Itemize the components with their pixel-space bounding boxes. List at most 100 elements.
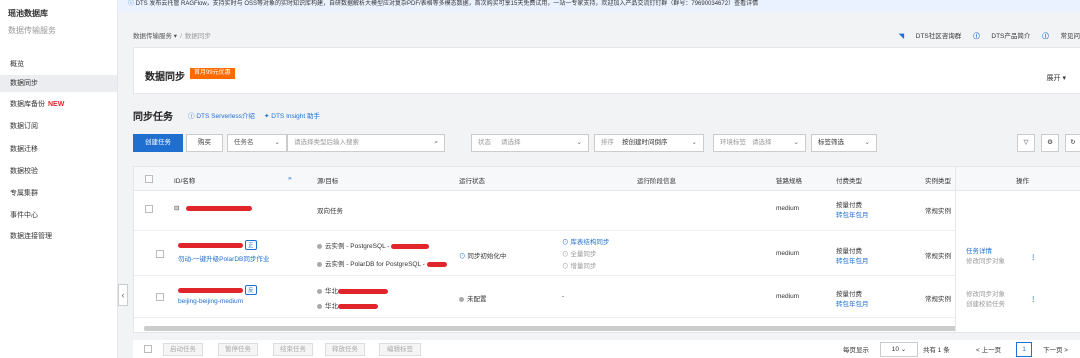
expand-columns-icon[interactable]: » bbox=[288, 175, 292, 182]
per-page-value: 10 bbox=[891, 346, 899, 353]
row-checkbox[interactable] bbox=[145, 205, 153, 213]
breadcrumb-parent[interactable]: 数据传输服务 bbox=[133, 33, 172, 40]
pay-type: 按量付费 bbox=[836, 291, 862, 298]
sidebar-item-cluster[interactable]: 专属集群 bbox=[0, 185, 117, 202]
status-label: 未配置 bbox=[467, 296, 487, 303]
masked-task-id[interactable]: 正 bbox=[178, 240, 257, 250]
sidebar-collapse-button[interactable]: ‹ bbox=[118, 284, 128, 306]
sidebar-item-migration[interactable]: 数据迁移 bbox=[0, 141, 117, 158]
breadcrumb-separator: / bbox=[180, 33, 182, 40]
task-details-link[interactable]: 任务详情 bbox=[966, 245, 992, 255]
faq-link-label: 常见问 bbox=[1060, 33, 1080, 40]
insight-link[interactable]: ✦ DTS Insight 助手 bbox=[264, 110, 320, 120]
page-title: 数据同步 bbox=[145, 72, 185, 83]
search-icon[interactable]: ⌕ bbox=[434, 135, 438, 151]
row-checkbox[interactable] bbox=[156, 293, 164, 301]
tag-filter-select[interactable]: 标签筛选 ⌄ bbox=[811, 134, 877, 152]
serverless-link-label: DTS Serverless介绍 bbox=[196, 113, 255, 120]
instance-type: 常规实例 bbox=[925, 253, 951, 260]
source-endpoint: 华北 bbox=[317, 285, 388, 295]
purchase-button[interactable]: 购买 bbox=[186, 134, 223, 152]
modify-objects-link[interactable]: 修改同步对象 bbox=[966, 288, 1005, 298]
next-page-button[interactable]: 下一页 > bbox=[1043, 344, 1068, 354]
task-description[interactable]: 勿动-一键升级PolarDB同步作业 bbox=[178, 253, 269, 263]
task-table: ID/名称 » 源/目标 运行状态 运行阶段信息 链路规格 付费类型 实例类型 … bbox=[133, 166, 1080, 333]
community-link[interactable]: ◥ DTS社区咨询群 bbox=[899, 33, 961, 40]
table-row[interactable]: 正 勿动-一键升级PolarDB同步作业 云实例 - PostgreSQL - … bbox=[134, 231, 1080, 276]
column-header-pay: 付费类型 bbox=[836, 178, 862, 185]
group-expand-icon[interactable]: ⊟ bbox=[174, 204, 179, 212]
sidebar-item-backup[interactable]: 数据库备份 NEW bbox=[0, 96, 117, 113]
task-description[interactable]: beijing-beijing-medium bbox=[178, 298, 243, 305]
expand-button[interactable]: 展开 ▾ bbox=[1047, 73, 1066, 83]
convert-subscription-link[interactable]: 转包年包月 bbox=[836, 255, 869, 265]
db-icon bbox=[317, 243, 322, 249]
row-checkbox[interactable] bbox=[156, 250, 164, 258]
more-icon[interactable]: ⋮ bbox=[1030, 295, 1037, 303]
help-icon: ⓘ bbox=[973, 33, 982, 40]
task-type: 双向任务 bbox=[317, 208, 343, 215]
pause-task-button[interactable]: 暂停任务 bbox=[218, 343, 258, 356]
refresh-icon[interactable]: ↻ bbox=[1065, 134, 1080, 152]
search-input[interactable]: 请选择类型后输入搜索 ⌕ bbox=[287, 134, 445, 152]
page-1-button[interactable]: 1 bbox=[1016, 342, 1032, 357]
serverless-link[interactable]: ⓘ DTS Serverless介绍 bbox=[188, 110, 255, 120]
stage-schema-sync[interactable]: ⊙ 库表结构同步 bbox=[562, 236, 609, 246]
env-tag-select[interactable]: 环境标签 请选择 ⌄ bbox=[713, 134, 806, 152]
table-row[interactable]: ⊟ 双向任务 medium 按量付费 转包年包月 常规实例 bbox=[134, 191, 1080, 231]
filter-icon[interactable]: ▽ bbox=[1017, 134, 1035, 152]
horizontal-scrollbar[interactable] bbox=[144, 326, 1074, 331]
sidebar-item-validation[interactable]: 数据校验 bbox=[0, 163, 117, 180]
table-row[interactable]: 反 beijing-beijing-medium 华北 华北 未配置 - med… bbox=[134, 276, 1080, 318]
sidebar-item-label: 数据库备份 bbox=[10, 101, 45, 108]
banner-text[interactable]: DTS 发布云托管 RAGFlow，支持实时与 OSS等对象的实时知识库构建，自… bbox=[136, 1, 758, 7]
sidebar-item-events[interactable]: 事件中心 bbox=[0, 207, 117, 224]
convert-subscription-link[interactable]: 转包年包月 bbox=[836, 209, 869, 219]
release-task-button[interactable]: 释放任务 bbox=[325, 343, 365, 356]
prev-page-button[interactable]: < 上一页 bbox=[976, 344, 1001, 354]
sidebar-item-overview[interactable]: 概览 bbox=[0, 56, 117, 73]
column-header-ops: 操作 bbox=[1016, 178, 1029, 185]
sidebar-title[interactable]: 瑶池数据库 bbox=[8, 8, 109, 19]
select-all-checkbox[interactable] bbox=[145, 175, 153, 183]
community-link-label: DTS社区咨询群 bbox=[915, 33, 962, 40]
sidebar-brand: 瑶池数据库 数据传输服务 bbox=[0, 0, 117, 36]
faq-link[interactable]: ⓘ 常见问 bbox=[1042, 33, 1080, 40]
footer-select-all-checkbox[interactable] bbox=[144, 345, 152, 353]
start-task-button[interactable]: 启动任务 bbox=[163, 343, 203, 356]
product-intro-link[interactable]: ⓘ DTS产品简介 bbox=[973, 33, 1030, 40]
edit-tags-button[interactable]: 编辑标签 bbox=[379, 343, 421, 356]
more-icon[interactable]: ⋮ bbox=[1030, 253, 1037, 261]
status-text[interactable]: ⊙ 同步初始化中 bbox=[459, 250, 506, 260]
sidebar-item-data-sync[interactable]: 数据同步 bbox=[0, 75, 117, 92]
chevron-down-icon: ⌄ bbox=[691, 139, 697, 146]
masked-task-id[interactable]: 反 bbox=[178, 285, 257, 295]
sidebar-item-subscription[interactable]: 数据订阅 bbox=[0, 118, 117, 135]
sidebar-item-label: 数据校验 bbox=[10, 168, 38, 175]
settings-icon[interactable]: ⚙ bbox=[1041, 134, 1059, 152]
modify-objects-link[interactable]: 修改同步对象 bbox=[966, 255, 1005, 265]
pay-type: 按量付费 bbox=[836, 202, 862, 209]
chevron-down-icon: ▾ bbox=[172, 33, 178, 40]
masked-task-id[interactable] bbox=[186, 205, 252, 212]
promo-badge[interactable]: 首月99元优惠 bbox=[190, 68, 235, 79]
direction-tag: 正 bbox=[245, 240, 257, 250]
task-name-select[interactable]: 任务名 ⌄ bbox=[227, 134, 287, 152]
db-icon bbox=[317, 303, 322, 309]
create-task-button[interactable]: 创建任务 bbox=[133, 134, 183, 152]
sort-select[interactable]: 排序 按创建时间倒序 ⌄ bbox=[594, 134, 704, 152]
db-icon bbox=[317, 261, 322, 267]
convert-subscription-link[interactable]: 转包年包月 bbox=[836, 298, 869, 308]
create-validation-link[interactable]: 创建校验任务 bbox=[966, 298, 1005, 308]
per-page-select[interactable]: 10 ⌄ bbox=[880, 342, 918, 357]
status-label: 状态 bbox=[478, 139, 491, 146]
stage-empty: - bbox=[562, 293, 565, 300]
pay-type: 按量付费 bbox=[836, 248, 862, 255]
end-task-button[interactable]: 结束任务 bbox=[273, 343, 313, 356]
pin-icon: ◥ bbox=[898, 33, 906, 40]
status-select[interactable]: 状态 请选择 ⌄ bbox=[471, 134, 589, 152]
sidebar: 瑶池数据库 数据传输服务 概览 数据同步 数据库备份 NEW 数据订阅 数据迁移 … bbox=[0, 0, 118, 358]
sort-value: 按创建时间倒序 bbox=[622, 139, 668, 146]
sidebar-item-label: 专属集群 bbox=[10, 190, 38, 197]
sidebar-item-connections[interactable]: 数据连接管理 bbox=[0, 228, 117, 245]
